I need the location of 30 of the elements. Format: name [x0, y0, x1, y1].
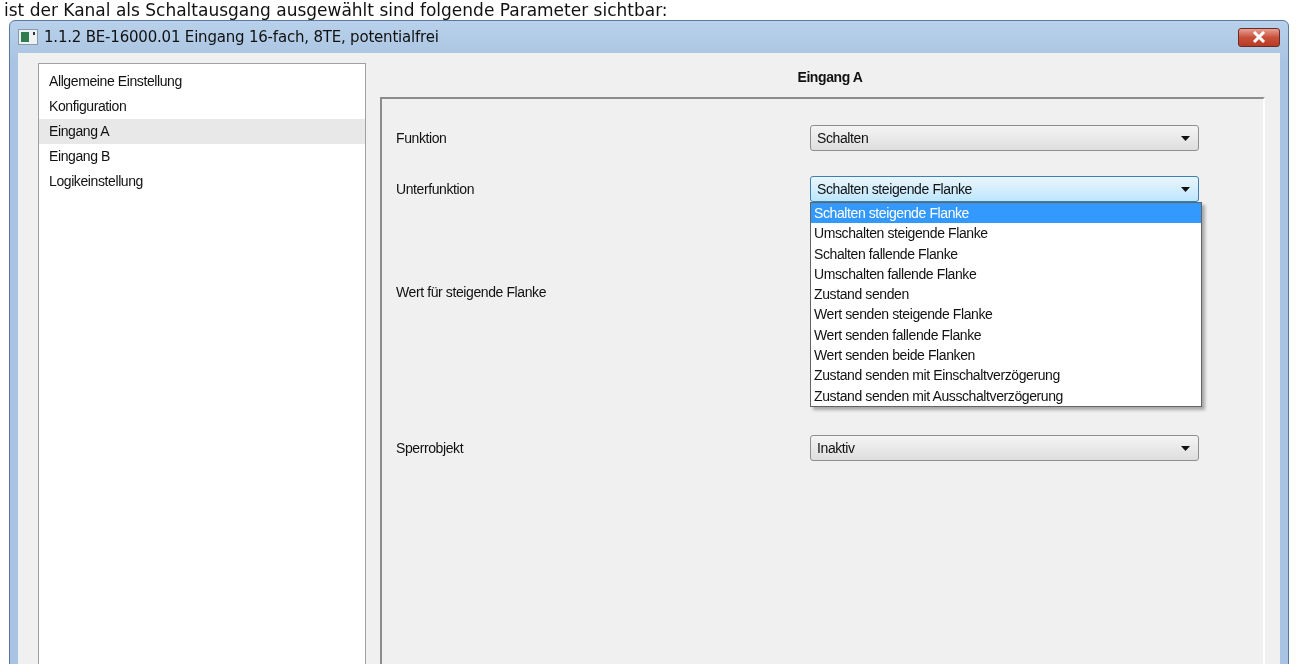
window-title: 1.1.2 BE-16000.01 Eingang 16-fach, 8TE, potentialfrei: [44, 28, 439, 46]
dropdown-option[interactable]: Zustand senden mit Einschaltverzögerung: [811, 365, 1201, 386]
panel-title: Eingang A: [796, 68, 864, 87]
parameter-label: Unterfunktion: [396, 180, 476, 199]
dropdown-option[interactable]: Wert senden steigende Flanke: [811, 304, 1201, 325]
parameter-label: Sperrobjekt: [396, 439, 465, 458]
caret-icon: [1181, 445, 1190, 451]
dropdown-option[interactable]: Umschalten steigende Flanke: [811, 223, 1201, 244]
dropdown-option[interactable]: Zustand senden mit Ausschaltverzögerung: [811, 385, 1201, 406]
dropdown-option[interactable]: Wert senden beide Flanken: [811, 345, 1201, 366]
parameter-label: Wert für steigende Flanke: [396, 283, 548, 302]
parameter-label: Funktion: [396, 129, 448, 148]
navigation-item[interactable]: Eingang B: [39, 144, 365, 169]
dropdown-option[interactable]: Schalten fallende Flanke: [811, 243, 1201, 264]
dropdown[interactable]: Inaktiv: [810, 435, 1199, 461]
navigation-item[interactable]: Konfiguration: [39, 94, 365, 119]
close-button[interactable]: [1238, 27, 1280, 47]
dropdown-option[interactable]: Wert senden fallende Flanke: [811, 324, 1201, 346]
window-icon: [18, 29, 38, 45]
dropdown[interactable]: Schalten: [810, 125, 1199, 151]
caret-icon: [1181, 135, 1190, 141]
dropdown-option[interactable]: Zustand senden: [811, 284, 1201, 305]
dropdown[interactable]: Schalten steigende Flanke: [810, 176, 1199, 202]
navigation-item[interactable]: Allgemeine Einstellung: [39, 69, 365, 94]
navigation-item[interactable]: Logikeinstellung: [39, 169, 365, 194]
caption-text: ist der Kanal als Schaltausgang ausgewählt sind folgende Parameter sichtbar:: [3, 0, 669, 20]
dropdown-option[interactable]: Umschalten fallende Flanke: [811, 263, 1201, 285]
navigation-item[interactable]: Eingang A: [39, 119, 365, 144]
caret-icon: [1181, 186, 1190, 192]
close-icon: [1252, 31, 1266, 43]
